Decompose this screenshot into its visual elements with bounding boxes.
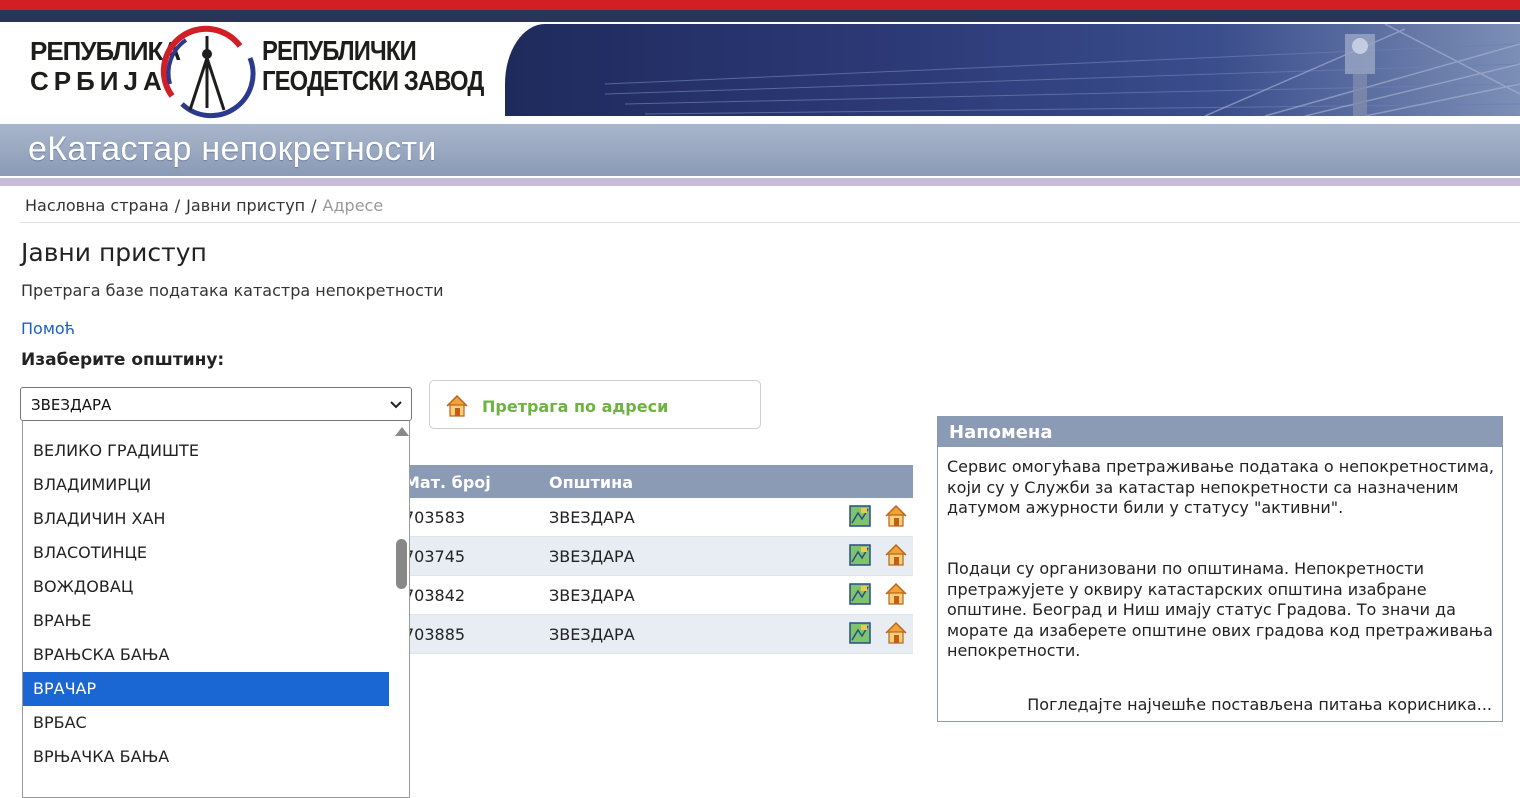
table-row: 703885 ЗВЕЗДАРА: [400, 615, 913, 654]
map-icon[interactable]: [849, 544, 871, 566]
note-paragraph-1: Сервис омогућава претраживање података о…: [947, 457, 1494, 517]
cell-opstina: ЗВЕЗДАРА: [549, 508, 635, 527]
address-search-label: Претрага по адреси: [482, 397, 669, 416]
rgz-logo-text: РЕПУБЛИЧКИ ГЕОДЕТСКИ ЗАВОД: [262, 35, 484, 96]
results-table: Мат. број Општина 703583 ЗВЕЗДАРА 703745…: [400, 465, 913, 654]
breadcrumb-home[interactable]: Насловна страна: [25, 196, 169, 215]
cell-opstina: ЗВЕЗДАРА: [549, 625, 635, 644]
dropdown-option[interactable]: ВЛАДИЧИН ХАН: [23, 502, 389, 536]
help-link[interactable]: Помоћ: [21, 319, 75, 338]
table-row: 703745 ЗВЕЗДАРА: [400, 537, 913, 576]
note-title: Напомена: [938, 417, 1502, 447]
dropdown-option[interactable]: ВРБАС: [23, 706, 389, 740]
dropdown-option[interactable]: ВРАЊЕ: [23, 604, 389, 638]
municipality-dropdown-list[interactable]: ВЕЛИКО ГРАДИШТЕ ВЛАДИМИРЦИ ВЛАДИЧИН ХАН …: [22, 421, 410, 798]
page-title: Јавни приступ: [21, 238, 207, 267]
col-opstina[interactable]: Општина: [549, 473, 633, 492]
breadcrumb-current: Адресе: [322, 196, 384, 215]
house-icon[interactable]: [883, 581, 909, 607]
table-row: 703842 ЗВЕЗДАРА: [400, 576, 913, 615]
cell-opstina: ЗВЕЗДАРА: [549, 586, 635, 605]
app-title: еКатастар непокретности: [28, 130, 437, 168]
municipality-select[interactable]: ЗВЕЗДАРА: [20, 387, 412, 421]
municipality-label: Изаберите општину:: [21, 350, 225, 370]
address-search-button[interactable]: Претрага по адреси: [429, 380, 761, 429]
chevron-down-icon: [390, 401, 402, 409]
dropdown-scrollbar-thumb[interactable]: [396, 539, 407, 589]
dropdown-option[interactable]: ВРАЊСКА БАЊА: [23, 638, 389, 672]
page-subtitle: Претрага базе података катастра непокрет…: [21, 281, 444, 300]
dropdown-option[interactable]: ВЛАСОТИНЦЕ: [23, 536, 389, 570]
cell-mat-broj: 703885: [404, 625, 466, 644]
dropdown-option[interactable]: ВОЖДОВАЦ: [23, 570, 389, 604]
geodetic-emblem-icon: [160, 25, 256, 119]
cell-mat-broj: 703842: [404, 586, 466, 605]
dropdown-option[interactable]: ВЕЛИКО ГРАДИШТЕ: [23, 434, 389, 468]
table-header: Мат. број Општина: [400, 465, 913, 498]
table-row: 703583 ЗВЕЗДАРА: [400, 498, 913, 537]
dropdown-option[interactable]: ВРЊАЧКА БАЊА: [23, 740, 389, 774]
house-icon[interactable]: [883, 503, 909, 529]
breadcrumb-sep: /: [311, 196, 317, 215]
map-icon[interactable]: [849, 622, 871, 644]
col-mat-broj[interactable]: Мат. број: [404, 473, 491, 492]
note-paragraph-2: Подаци су организовани по општинама. Неп…: [947, 559, 1493, 660]
scroll-up-arrow-icon[interactable]: [395, 427, 409, 436]
house-icon[interactable]: [883, 620, 909, 646]
breadcrumb-divider: [20, 222, 1520, 223]
cell-mat-broj: 703583: [404, 508, 466, 527]
faq-link[interactable]: Погледајте најчешће постављена питања ко…: [1027, 695, 1492, 714]
rgz-line-2: ГЕОДЕТСКИ ЗАВОД: [262, 65, 484, 96]
map-icon[interactable]: [849, 583, 871, 605]
dropdown-option[interactable]: ВЛАДИМИРЦИ: [23, 468, 389, 502]
note-panel: Напомена Сервис омогућава претраживање п…: [937, 416, 1503, 722]
cell-mat-broj: 703745: [404, 547, 466, 566]
rgz-line-1: РЕПУБЛИЧКИ: [262, 35, 417, 66]
house-icon: [446, 394, 468, 417]
top-red-stripe: [0, 0, 1520, 10]
site-header: РЕПУБЛИКА СРБИЈА РЕПУБЛИЧКИ ГЕОДЕТСКИ ЗА…: [0, 22, 1520, 119]
cell-opstina: ЗВЕЗДАРА: [549, 547, 635, 566]
select-value: ЗВЕЗДАРА: [31, 396, 112, 414]
title-underline: [0, 178, 1520, 186]
header-banner-image: [505, 24, 1520, 116]
breadcrumb-public[interactable]: Јавни приступ: [186, 196, 305, 215]
dropdown-option-highlighted[interactable]: ВРАЧАР: [23, 672, 389, 706]
map-icon[interactable]: [849, 505, 871, 527]
breadcrumb: Насловна страна / Јавни приступ / Адресе: [25, 196, 383, 215]
app-title-bar: еКатастар непокретности: [0, 124, 1520, 176]
breadcrumb-sep: /: [174, 196, 181, 215]
house-icon[interactable]: [883, 542, 909, 568]
